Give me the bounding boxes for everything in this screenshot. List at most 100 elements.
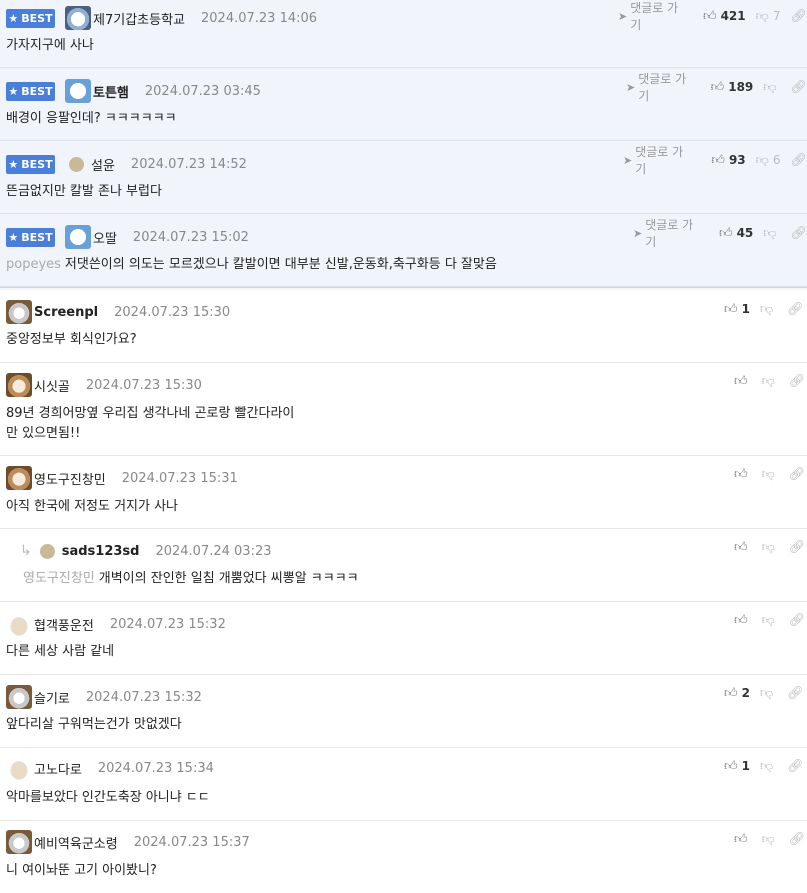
upvote-button[interactable]: 👍︎ 421 (703, 9, 746, 24)
downvote-button[interactable]: 👎︎ (760, 759, 777, 774)
downvote-button[interactable]: 👎︎ (763, 226, 780, 241)
upvote-button[interactable]: 👍︎ (734, 832, 752, 847)
best-comment: ★ BEST 설윤 2024.07.23 14:52 뜬금없지만 칼발 존나 부럽… (0, 141, 807, 214)
thumbs-up-icon: 👍︎ (724, 758, 738, 774)
downvote-button[interactable]: 👎︎ (762, 613, 779, 628)
nickname[interactable]: 오딸 (93, 228, 117, 247)
comment-text: 니 여이놔뚠 고기 아이봤니? (6, 863, 157, 878)
mention[interactable]: 영도구진창민 (23, 571, 95, 586)
thumbs-down-icon: 👎︎ (755, 8, 769, 24)
comment-date: 2024.07.23 15:34 (97, 760, 214, 776)
link-button[interactable]: 🔗︎ (789, 374, 806, 389)
reply-comment: ↳ sads123sd 2024.07.24 03:23 영도구진창민 개벽이의 … (0, 529, 807, 602)
nickname[interactable]: sads123sd (62, 544, 140, 559)
nickname[interactable]: 영도구진창민 (34, 469, 106, 488)
best-comment: ★ BEST 제7기갑초등학교 2024.07.23 14:06 가자지구에 사나… (0, 0, 807, 68)
link-button[interactable]: 🔗︎ (789, 467, 806, 482)
thumbs-up-icon: 👍︎ (734, 539, 748, 555)
comment-date: 2024.07.23 15:32 (85, 689, 202, 705)
nickname[interactable]: 슬기로 (34, 688, 70, 707)
thumbs-up-icon: 👍︎ (734, 831, 748, 847)
avatar[interactable] (6, 466, 32, 490)
reply-arrow-icon: ↳ (20, 543, 32, 559)
downvote-button[interactable]: 👎︎ (762, 467, 779, 482)
link-icon: 🔗︎ (788, 373, 806, 389)
goto-comment-link[interactable]: ➤ 댓글로 가기 (618, 0, 681, 33)
avatar[interactable] (6, 373, 32, 397)
link-button[interactable]: 🔗︎ (787, 686, 804, 701)
comment: 슬기로 2024.07.23 15:32 앞다리살 구워먹는건가 맛없겠다 👍︎… (0, 675, 807, 748)
best-badge: ★ BEST (6, 81, 55, 101)
avatar[interactable] (6, 830, 32, 854)
downvote-button[interactable]: 👎︎ (762, 540, 779, 555)
comment-text: 배경이 응팔인데? ㅋㅋㅋㅋㅋㅋ (6, 111, 177, 126)
avatar[interactable] (65, 225, 91, 249)
avatar[interactable] (65, 6, 91, 30)
link-button[interactable]: 🔗︎ (789, 613, 806, 628)
avatar[interactable] (65, 79, 91, 103)
downvote-button[interactable]: 👎︎ 7 (756, 9, 781, 24)
mention[interactable]: popeyes (6, 257, 61, 272)
link-button[interactable]: 🔗︎ (790, 9, 807, 24)
link-button[interactable]: 🔗︎ (789, 832, 806, 847)
link-button[interactable]: 🔗︎ (787, 302, 804, 317)
thumbs-down-icon: 👎︎ (755, 152, 769, 168)
link-icon: 🔗︎ (788, 831, 806, 847)
star-icon: ★ (8, 84, 19, 98)
upvote-button[interactable]: 👍︎ 45 (719, 226, 753, 241)
link-icon: 🔗︎ (788, 466, 806, 482)
avatar[interactable] (6, 756, 32, 780)
downvote-button[interactable]: 👎︎ (760, 686, 777, 701)
avatar[interactable] (6, 685, 32, 709)
link-button[interactable]: 🔗︎ (789, 540, 806, 555)
upvote-button[interactable]: 👍︎ (734, 467, 752, 482)
nickname[interactable]: 설윤 (91, 155, 115, 174)
downvote-button[interactable]: 👎︎ (760, 302, 777, 317)
comment-date: 2024.07.23 15:37 (133, 834, 250, 850)
upvote-button[interactable]: 👍︎ 189 (711, 80, 754, 95)
link-button[interactable]: 🔗︎ (790, 153, 807, 168)
upvote-button[interactable]: 👍︎ (734, 374, 752, 389)
avatar[interactable] (6, 612, 32, 636)
nickname[interactable]: 토튼햄 (93, 82, 129, 101)
thumbs-down-icon: 👎︎ (761, 373, 775, 389)
link-button[interactable]: 🔗︎ (787, 759, 804, 774)
link-icon: 🔗︎ (787, 758, 804, 774)
avatar[interactable] (6, 300, 32, 324)
nickname[interactable]: 예비역육군소령 (34, 833, 118, 852)
thumbs-down-icon: 👎︎ (763, 225, 777, 241)
comment-date: 2024.07.23 14:06 (201, 10, 318, 26)
upvote-button[interactable]: 👍︎ 93 (711, 153, 745, 168)
comment-text: 가자지구에 사나 (6, 38, 94, 53)
link-button[interactable]: 🔗︎ (790, 226, 807, 241)
nickname[interactable]: 협객풍운전 (34, 615, 94, 634)
upvote-button[interactable]: 👍︎ 1 (724, 759, 750, 774)
goto-comment-link[interactable]: ➤ 댓글로 가기 (626, 70, 689, 104)
link-icon: 🔗︎ (790, 152, 807, 168)
downvote-button[interactable]: 👎︎ (762, 374, 779, 389)
thumbs-up-icon: 👍︎ (724, 301, 738, 317)
link-icon: 🔗︎ (788, 539, 806, 555)
nickname[interactable]: 시싯골 (34, 376, 70, 395)
send-arrow-icon: ➤ (626, 80, 636, 94)
upvote-button[interactable]: 👍︎ (734, 613, 752, 628)
upvote-button[interactable]: 👍︎ 2 (724, 686, 750, 701)
nickname[interactable]: 제7기갑초등학교 (93, 9, 185, 28)
downvote-button[interactable]: 👎︎ (763, 80, 780, 95)
thumbs-up-icon: 👍︎ (718, 225, 733, 241)
link-button[interactable]: 🔗︎ (790, 80, 807, 95)
upvote-button[interactable]: 👍︎ (734, 540, 752, 555)
comment-date: 2024.07.23 15:02 (132, 229, 249, 245)
downvote-button[interactable]: 👎︎ (762, 832, 779, 847)
downvote-button[interactable]: 👎︎ 6 (756, 153, 781, 168)
upvote-button[interactable]: 👍︎ 1 (724, 302, 750, 317)
nickname[interactable]: Screenpl (34, 305, 98, 320)
avatar[interactable] (39, 543, 55, 559)
goto-comment-link[interactable]: ➤ 댓글로 가기 (623, 143, 689, 177)
best-comment: ★ BEST 토튼햄 2024.07.23 03:45 배경이 응팔인데? ㅋㅋㅋ… (0, 68, 807, 141)
thumbs-down-icon: 👎︎ (759, 301, 774, 317)
avatar[interactable] (69, 156, 84, 172)
thumbs-up-icon: 👍︎ (711, 152, 725, 168)
goto-comment-link[interactable]: ➤ 댓글로 가기 (633, 216, 697, 250)
nickname[interactable]: 고노다로 (34, 759, 82, 778)
